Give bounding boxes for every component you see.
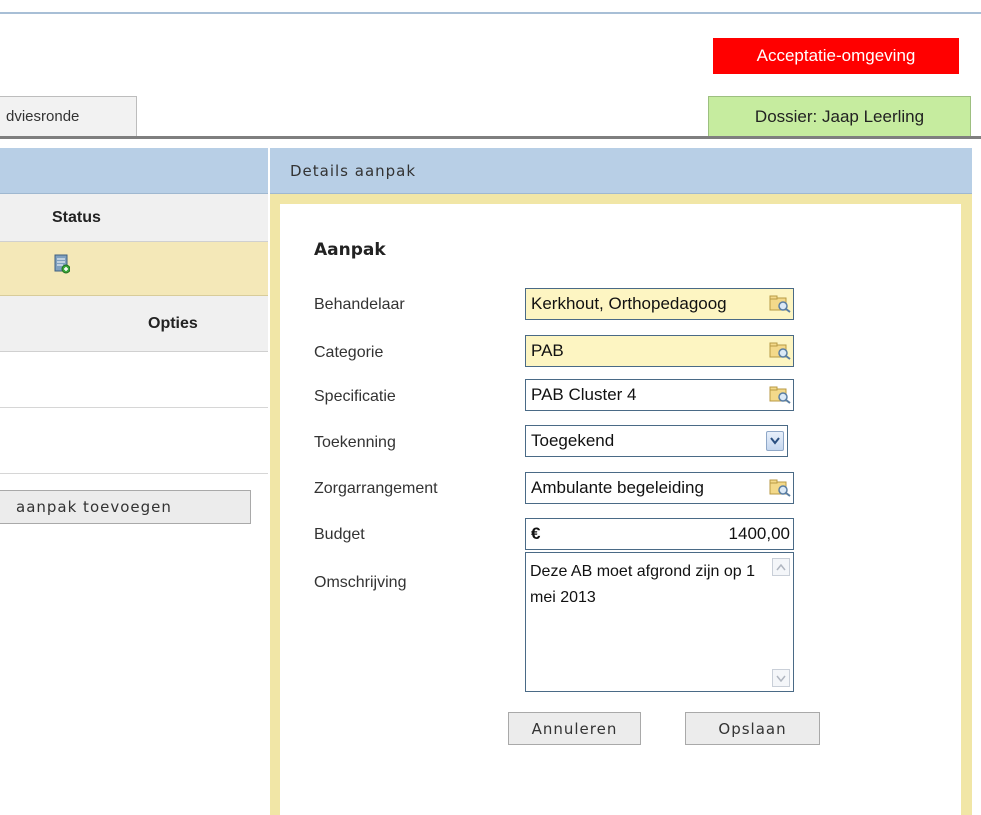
budget-field[interactable]: € 1400,00 [525, 518, 794, 550]
tab-adviesronde[interactable]: dviesronde [0, 96, 137, 136]
status-column-header: Status [0, 194, 268, 242]
list-item [0, 408, 268, 474]
budget-value: 1400,00 [728, 524, 790, 543]
zorgarrangement-value: Ambulante begeleiding [531, 478, 704, 497]
behandelaar-field[interactable]: Kerkhout, Orthopedagoog [525, 288, 794, 320]
details-form: Aanpak Behandelaar Kerkhout, Orthopedago… [280, 204, 961, 815]
omschrijving-textarea[interactable]: Deze AB moet afgrond zijn op 1 mei 2013 [525, 552, 794, 692]
dossier-badge: Dossier: Jaap Leerling [708, 96, 971, 136]
scroll-up-icon[interactable] [772, 558, 790, 576]
aanpak-list: Status Opties [0, 194, 268, 474]
lookup-icon[interactable] [769, 295, 791, 313]
document-add-icon[interactable] [54, 254, 70, 274]
zorgarrangement-field[interactable]: Ambulante begeleiding [525, 472, 794, 504]
table-row[interactable] [0, 242, 268, 296]
currency-symbol: € [531, 524, 541, 543]
lookup-icon[interactable] [769, 342, 791, 360]
chevron-down-icon[interactable] [766, 431, 784, 451]
scroll-down-icon[interactable] [772, 669, 790, 687]
toekenning-label: Toekenning [314, 434, 396, 451]
categorie-label: Categorie [314, 344, 384, 361]
cancel-button[interactable]: Annuleren [508, 712, 641, 745]
budget-label: Budget [314, 526, 365, 543]
form-title: Aanpak [314, 240, 386, 260]
omschrijving-value: Deze AB moet afgrond zijn op 1 mei 2013 [530, 563, 756, 606]
toekenning-value: Toegekend [531, 431, 615, 450]
details-header: Details aanpak [270, 148, 972, 194]
categorie-value: PAB [531, 341, 564, 360]
zorgarrangement-label: Zorgarrangement [314, 480, 438, 497]
behandelaar-label: Behandelaar [314, 296, 405, 313]
lookup-icon[interactable] [769, 479, 791, 497]
specificatie-value: PAB Cluster 4 [531, 385, 637, 404]
omschrijving-label: Omschrijving [314, 574, 407, 591]
top-divider [0, 12, 981, 14]
specificatie-field[interactable]: PAB Cluster 4 [525, 379, 794, 411]
add-aanpak-button[interactable]: aanpak toevoegen [0, 490, 251, 524]
details-panel: Aanpak Behandelaar Kerkhout, Orthopedago… [270, 194, 972, 815]
environment-badge: Acceptatie-omgeving [713, 38, 959, 74]
list-item [0, 352, 268, 408]
lookup-icon[interactable] [769, 386, 791, 404]
categorie-field[interactable]: PAB [525, 335, 794, 367]
save-button[interactable]: Opslaan [685, 712, 820, 745]
specificatie-label: Specificatie [314, 388, 396, 405]
toekenning-select[interactable]: Toegekend [525, 425, 788, 457]
opties-column-header: Opties [0, 296, 268, 352]
tab-bar-divider [0, 136, 981, 139]
behandelaar-value: Kerkhout, Orthopedagoog [531, 294, 727, 313]
list-header [0, 148, 268, 194]
